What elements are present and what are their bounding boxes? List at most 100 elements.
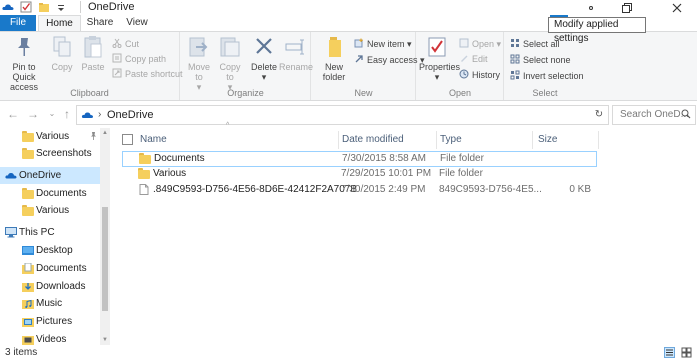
copy-label: Copy xyxy=(51,62,73,72)
properties-checkmark-icon[interactable] xyxy=(20,1,32,13)
scroll-down-icon[interactable]: ▼ xyxy=(101,336,109,344)
customize-quick-access-icon[interactable] xyxy=(55,1,67,13)
nav-item-music[interactable]: Music xyxy=(0,295,100,312)
select-none-button[interactable]: Select none xyxy=(510,54,571,67)
videos-folder-icon xyxy=(22,336,34,345)
easy-access-button[interactable]: Easy access ▾ xyxy=(354,54,425,67)
select-all-checkbox[interactable] xyxy=(122,134,133,145)
search-icon xyxy=(681,109,691,119)
select-group-label: Select xyxy=(532,88,558,98)
restore-button[interactable] xyxy=(610,0,644,15)
nav-item-various-onedrive[interactable]: Various xyxy=(0,202,100,219)
open-button[interactable]: Open ▾ xyxy=(459,38,501,51)
new-folder-icon xyxy=(329,37,341,57)
column-divider[interactable] xyxy=(436,131,437,149)
file-date: 7/30/2015 2:49 PM xyxy=(341,184,426,195)
paste-shortcut-button[interactable]: Paste shortcut xyxy=(112,68,183,81)
file-date: 7/29/2015 10:01 PM xyxy=(341,168,432,179)
invert-selection-button[interactable]: Invert selection xyxy=(510,70,584,83)
nav-item-this-pc[interactable]: This PC xyxy=(0,224,100,241)
nav-scrollbar[interactable]: ▲ ▼ xyxy=(100,128,110,345)
clipboard-group-label: Clipboard xyxy=(70,88,109,98)
close-button[interactable] xyxy=(660,0,694,15)
tab-home[interactable]: Home xyxy=(38,15,81,32)
computer-icon xyxy=(5,227,17,238)
refresh-icon[interactable]: ↻ xyxy=(593,109,605,121)
open-group: Properties ▾ Open ▾ Edit History Open xyxy=(417,32,504,100)
restore-icon xyxy=(622,2,632,13)
column-header-type[interactable]: Type xyxy=(440,131,535,149)
new-group: New folder New item ▾ Easy access ▾ New xyxy=(312,32,425,100)
rename-button[interactable]: Rename xyxy=(279,35,313,72)
column-divider[interactable] xyxy=(338,131,339,149)
copy-to-button[interactable]: Copy to ▾ xyxy=(215,35,245,92)
cut-button[interactable]: Cut xyxy=(112,38,139,51)
folder-icon xyxy=(22,131,34,142)
edit-button[interactable]: Edit xyxy=(459,53,488,66)
pin-icon[interactable] xyxy=(89,131,98,141)
tab-view[interactable]: View xyxy=(120,15,154,31)
file-type: File folder xyxy=(439,168,483,179)
new-item-label: New item xyxy=(367,39,405,49)
nav-item-label: Screenshots xyxy=(36,148,92,159)
open-label: Open xyxy=(472,39,495,49)
file-type: 849C9593-D756-4E5... xyxy=(439,184,542,195)
nav-item-downloads[interactable]: Downloads xyxy=(0,278,100,295)
invert-selection-label: Invert selection xyxy=(523,71,584,81)
scroll-up-icon[interactable]: ▲ xyxy=(101,129,109,137)
history-button[interactable]: History xyxy=(459,69,500,82)
column-header-date[interactable]: Date modified xyxy=(342,131,437,149)
large-icons-view-icon[interactable] xyxy=(681,347,692,358)
back-button[interactable]: ← xyxy=(6,107,20,121)
column-divider[interactable] xyxy=(598,131,599,149)
search-input[interactable]: Search OneD... xyxy=(612,105,696,125)
new-folder-quick-icon[interactable] xyxy=(38,1,50,13)
move-to-button[interactable]: Move to ▾ xyxy=(184,35,214,92)
documents-folder-icon xyxy=(22,263,34,274)
properties-button[interactable]: Properties ▾ xyxy=(419,35,460,82)
nav-item-documents-pc[interactable]: Documents xyxy=(0,260,100,277)
paste-button[interactable]: Paste xyxy=(78,35,108,72)
forward-button[interactable]: → xyxy=(26,107,40,121)
new-item-button[interactable]: New item ▾ xyxy=(354,38,412,51)
select-all-button[interactable]: Select all xyxy=(510,38,560,51)
column-header-name[interactable]: Name xyxy=(140,131,330,149)
file-row[interactable]: .849C9593-D756-4E56-8D6E-42412F2A707B 7/… xyxy=(122,183,597,197)
recent-locations-button[interactable]: ⌄ xyxy=(45,107,59,121)
paste-shortcut-icon xyxy=(112,68,122,78)
tab-share[interactable]: Share xyxy=(82,15,118,31)
file-row[interactable]: Documents 7/30/2015 8:58 AM File folder xyxy=(122,151,597,167)
desktop-folder-icon xyxy=(22,246,34,255)
breadcrumb-onedrive[interactable]: OneDrive xyxy=(107,109,153,121)
copy-path-icon xyxy=(112,53,122,63)
nav-item-label: Downloads xyxy=(36,281,86,292)
nav-item-onedrive[interactable]: OneDrive xyxy=(0,167,100,184)
pin-icon xyxy=(18,38,30,56)
copy-button[interactable]: Copy xyxy=(48,35,76,72)
nav-item-label: Desktop xyxy=(36,245,73,256)
column-divider[interactable] xyxy=(532,131,533,149)
up-button[interactable]: ↑ xyxy=(60,107,74,121)
file-name: Documents xyxy=(154,153,205,164)
nav-scrollbar-thumb[interactable] xyxy=(102,207,108,311)
nav-item-pictures[interactable]: Pictures xyxy=(0,313,100,330)
invert-selection-icon xyxy=(510,70,520,80)
copy-path-button[interactable]: Copy path xyxy=(112,53,166,66)
nav-item-various[interactable]: Various xyxy=(0,128,100,145)
new-folder-button[interactable]: New folder xyxy=(316,35,352,82)
history-label: History xyxy=(472,70,501,80)
tab-file[interactable]: File xyxy=(0,15,36,31)
delete-button[interactable]: Delete ▾ xyxy=(249,35,279,82)
pin-to-quick-access-button[interactable]: Pin to Quick access xyxy=(2,35,46,92)
column-header-size[interactable]: Size xyxy=(538,131,598,149)
nav-item-desktop[interactable]: Desktop xyxy=(0,242,100,259)
address-bar[interactable]: › OneDrive ↻ xyxy=(76,105,609,125)
details-view-icon[interactable] xyxy=(664,347,675,358)
nav-item-documents[interactable]: Documents xyxy=(0,185,100,202)
file-row[interactable]: Various 7/29/2015 10:01 PM File folder xyxy=(122,167,597,181)
nav-item-label: Various xyxy=(36,131,70,142)
downloads-folder-icon xyxy=(22,283,34,292)
nav-item-screenshots[interactable]: Screenshots xyxy=(0,145,100,162)
minimize-button[interactable] xyxy=(574,0,608,15)
nav-item-label: This PC xyxy=(19,227,55,238)
